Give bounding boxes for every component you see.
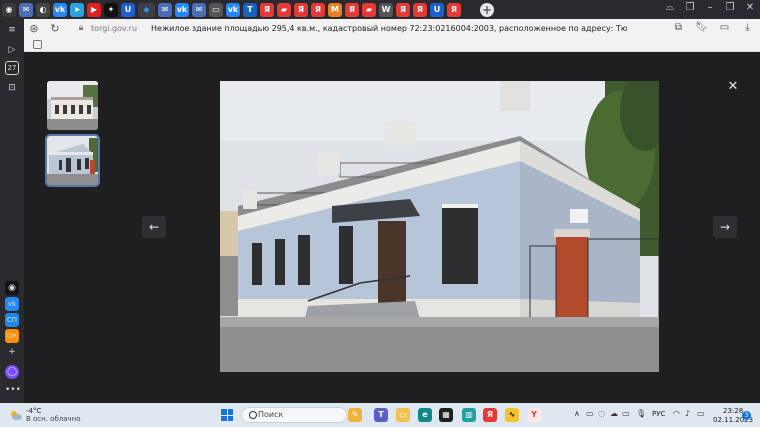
mail3-icon[interactable]: ✉: [192, 2, 206, 17]
play-icon[interactable]: ▷: [5, 43, 19, 57]
address-bar-actions: ⧉ 🔖︎ ▭ ⤓: [672, 22, 754, 33]
doc-icon[interactable]: ▭: [209, 2, 223, 17]
yandex5-icon[interactable]: Я: [396, 2, 410, 17]
collections-icon[interactable]: ❐: [684, 2, 696, 13]
mail-icon[interactable]: ✉: [19, 2, 33, 17]
bookmark-icon[interactable]: 🔖︎: [695, 22, 708, 33]
notification-badge[interactable]: 3: [742, 411, 751, 420]
telegram-icon[interactable]: ➤: [70, 2, 84, 17]
vk3-icon[interactable]: vk: [226, 2, 240, 17]
add-app-icon[interactable]: +: [5, 345, 19, 359]
prev-photo-button[interactable]: ←: [142, 216, 166, 238]
yandex-app-icon[interactable]: Y: [527, 408, 541, 422]
battery-saver-icon[interactable]: ▭: [718, 22, 731, 33]
edge-icon[interactable]: e: [418, 408, 432, 422]
translate-icon[interactable]: ⧉: [672, 22, 685, 33]
active-tab-icon[interactable]: ◆: [138, 2, 155, 17]
flag-icon[interactable]: ▰: [277, 2, 291, 17]
building-photo: [220, 81, 659, 372]
file-explorer-icon[interactable]: ▭: [396, 408, 410, 422]
thumbnail-2[interactable]: [45, 134, 100, 187]
flag2-icon[interactable]: ▰: [362, 2, 376, 17]
t-icon[interactable]: T: [243, 2, 257, 17]
search-label: Поиск: [258, 410, 284, 419]
browser-tab-strip: ◉ ✉ ◐ vk ➤ ▶ ✦ U ◆ ✉ vk ✉ ▭ vk T Я ▰ Я Я M Я ▰ W Я Я U Я + ⌓ ❐ – ❐ …: [0, 0, 760, 19]
alice-icon[interactable]: ◯: [5, 365, 19, 379]
yandex-icon[interactable]: Я: [260, 2, 274, 17]
dzen-icon[interactable]: ✦: [104, 2, 118, 17]
photo-gallery: ← → ✕: [24, 52, 760, 403]
next-photo-button[interactable]: →: [713, 216, 737, 238]
vk-app-icon[interactable]: vk: [5, 297, 19, 311]
calendar-icon[interactable]: 27: [5, 61, 19, 75]
tray-sync-icon[interactable]: ◌: [598, 409, 605, 418]
vk2-icon[interactable]: vk: [175, 2, 189, 17]
yandex4-icon[interactable]: Я: [345, 2, 359, 17]
downloads-icon[interactable]: ⤓: [741, 22, 754, 33]
taskbar-search[interactable]: Поиск: [241, 407, 347, 423]
close-window-button[interactable]: ✕: [744, 2, 756, 13]
browser-sidebar: ≡ ▷ 27 ⊡ ◉ vk СП ок + ◯ •••: [0, 19, 24, 403]
yandex7-icon[interactable]: Я: [447, 2, 461, 17]
weather-temperature[interactable]: -4°C: [26, 407, 41, 415]
camera-app-icon[interactable]: ◉: [5, 281, 19, 295]
more-icon[interactable]: •••: [5, 383, 21, 397]
screenshot-icon[interactable]: ⊡: [5, 81, 19, 95]
teams-icon[interactable]: T: [374, 408, 388, 422]
maximize-button[interactable]: ❐: [724, 2, 736, 13]
w-icon[interactable]: W: [379, 2, 393, 17]
bookmarks-bar: [0, 38, 760, 52]
chart-app-icon[interactable]: ▥: [462, 408, 476, 422]
sp-app-icon[interactable]: СП: [5, 313, 19, 327]
menu-icon[interactable]: ≡: [5, 23, 19, 37]
address-bar: ← ⊛ ↻ 🔒︎ torgi.gov.ru Нежилое здание пло…: [0, 19, 760, 38]
tray-chevron-icon[interactable]: ∧: [574, 409, 580, 418]
tray-app-icon[interactable]: ▭: [586, 409, 594, 418]
incognito-icon[interactable]: ⌓: [664, 2, 676, 13]
reload-button[interactable]: ↻: [47, 22, 63, 35]
github-icon[interactable]: ◐: [36, 2, 50, 17]
cloudy-weather-icon[interactable]: [9, 409, 22, 421]
tray-network-icon[interactable]: ▭: [622, 409, 630, 418]
ms-icon[interactable]: M: [328, 2, 342, 17]
wifi-icon[interactable]: ◠: [673, 409, 680, 418]
windows-start-button[interactable]: [221, 409, 233, 421]
vk-icon[interactable]: vk: [53, 2, 67, 17]
windows-taskbar: -4°C В осн. облачно Поиск ✎ T ▭ e ▦ ▥ Я …: [0, 403, 760, 427]
page-domain[interactable]: torgi.gov.ru: [91, 24, 137, 33]
camera-icon[interactable]: ◉: [2, 2, 16, 17]
mail2-icon[interactable]: ✉: [158, 2, 172, 17]
close-gallery-button[interactable]: ✕: [726, 80, 740, 94]
bookmark-page-icon[interactable]: [33, 40, 42, 49]
language-indicator[interactable]: РУС: [652, 410, 665, 418]
thumbnail-1[interactable]: [47, 81, 98, 130]
yandex6-icon[interactable]: Я: [413, 2, 427, 17]
microphone-icon[interactable]: 🎙︎: [636, 409, 646, 418]
page-title[interactable]: Нежилое здание площадью 295,4 кв.м., кад…: [151, 24, 627, 33]
yandex3-icon[interactable]: Я: [311, 2, 325, 17]
store-icon[interactable]: ▦: [439, 408, 453, 422]
yandex-browser-icon[interactable]: Я: [483, 408, 497, 422]
widget-app-icon[interactable]: ✎: [348, 408, 362, 422]
main-photo: [220, 81, 659, 372]
weather-description[interactable]: В осн. облачно: [26, 415, 81, 423]
battery-icon[interactable]: ▭: [697, 409, 705, 418]
window-controls: ⌓ ❐ – ❐ ✕: [664, 2, 756, 13]
new-tab-button[interactable]: +: [480, 2, 494, 17]
tray-cloud-icon[interactable]: ☁: [610, 409, 618, 418]
u-icon[interactable]: U: [121, 2, 135, 17]
minimize-button[interactable]: –: [704, 2, 716, 13]
music-app-icon[interactable]: ∿: [505, 408, 519, 422]
ok-app-icon[interactable]: ок: [5, 329, 19, 343]
u2-icon[interactable]: U: [430, 2, 444, 17]
yandex2-icon[interactable]: Я: [294, 2, 308, 17]
youtube-icon[interactable]: ▶: [87, 2, 101, 17]
clock-time[interactable]: 23:28: [723, 407, 743, 415]
search-icon: [249, 411, 257, 419]
yandex-protect-icon[interactable]: ⊛: [26, 22, 42, 35]
lock-icon[interactable]: 🔒︎: [75, 23, 87, 35]
volume-icon[interactable]: ♪: [685, 409, 690, 418]
